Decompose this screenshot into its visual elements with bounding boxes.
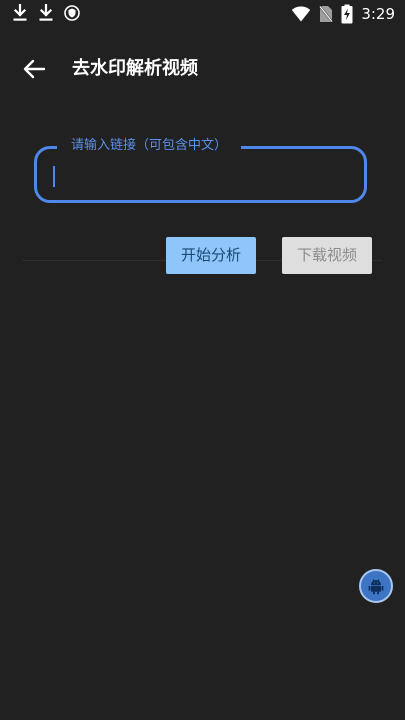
battery-charging-icon [341, 4, 353, 24]
download-icon [38, 4, 54, 22]
link-input-container[interactable]: 请输入链接（可包含中文） [34, 137, 367, 203]
link-input-label: 请输入链接（可包含中文） [57, 137, 242, 155]
arrow-left-icon [20, 56, 52, 82]
download-icon [12, 4, 28, 22]
status-bar-system: 3:29 [291, 4, 395, 24]
page-title: 去水印解析视频 [72, 58, 198, 79]
status-time: 3:29 [361, 5, 395, 23]
wifi-icon [291, 5, 311, 23]
download-video-button[interactable]: 下载视频 [282, 237, 372, 274]
text-cursor [53, 166, 55, 187]
status-bar: 3:29 [0, 0, 405, 28]
no-sim-icon [319, 5, 334, 23]
status-bar-notifications [12, 4, 80, 22]
shield-icon [64, 4, 80, 22]
floating-android-button[interactable] [359, 569, 393, 603]
android-icon [367, 577, 385, 595]
link-input[interactable] [47, 159, 352, 189]
back-button[interactable] [20, 56, 52, 82]
app-bar: 去水印解析视频 [0, 44, 405, 94]
start-analysis-button[interactable]: 开始分析 [166, 237, 256, 274]
